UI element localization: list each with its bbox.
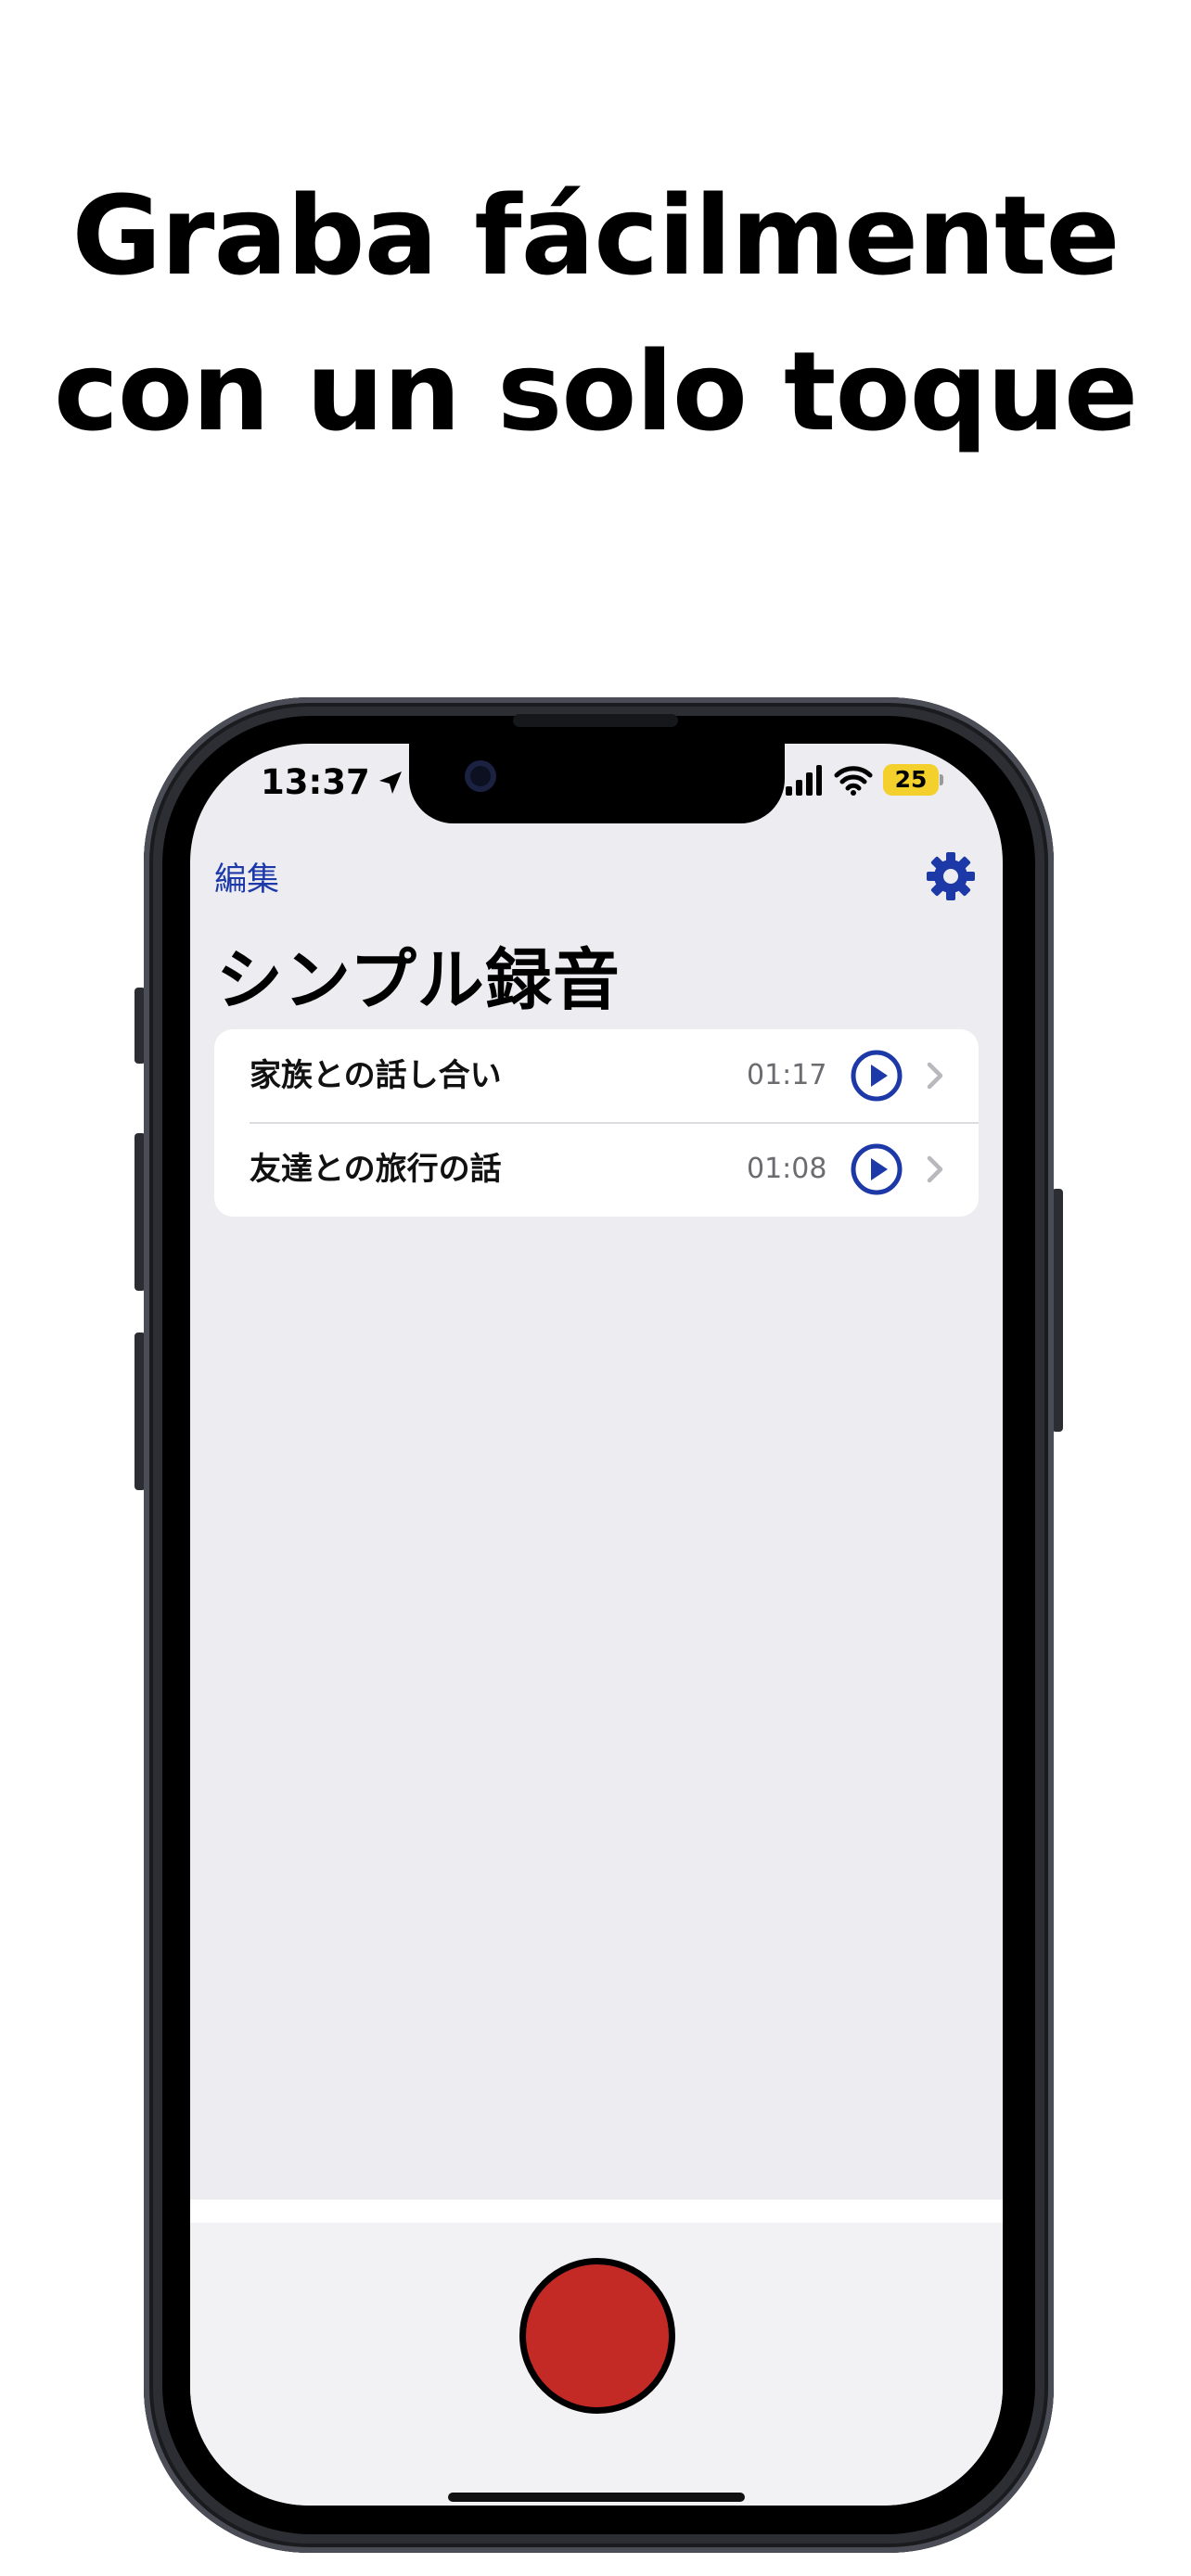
app-store-screenshot: Graba fácilmente con un solo toque 13:37 (0, 0, 1191, 2576)
toolbar-separator (190, 2200, 1003, 2224)
status-time-text: 13:37 (261, 762, 370, 802)
record-button[interactable] (519, 2258, 675, 2414)
play-icon[interactable] (851, 1143, 903, 1195)
chevron-right-icon (927, 1062, 943, 1090)
battery-indicator: 25 (883, 764, 939, 796)
status-bar-time: 13:37 (261, 755, 405, 810)
recording-row[interactable]: 友達との旅行の話 01:08 (214, 1123, 979, 1216)
chevron-right-icon (927, 1155, 943, 1183)
headline: Graba fácilmente con un solo toque (0, 158, 1191, 469)
wifi-icon (834, 766, 873, 796)
battery-tip (940, 774, 943, 785)
battery-level: 25 (894, 766, 928, 793)
recording-title: 友達との旅行の話 (250, 1151, 502, 1188)
recording-row[interactable]: 家族との話し合い 01:17 (214, 1029, 979, 1124)
recording-list: 家族との話し合い 01:17 友達との旅行の話 01:08 (214, 1029, 979, 1217)
front-camera (465, 760, 496, 792)
play-icon[interactable] (851, 1050, 903, 1102)
signal-icon (786, 765, 822, 796)
phone-speaker (513, 714, 678, 727)
page-title: シンプル録音 (216, 941, 621, 1019)
gear-icon[interactable] (925, 850, 977, 902)
recording-duration: 01:17 (747, 1059, 827, 1091)
recording-title: 家族との話し合い (250, 1057, 502, 1094)
edit-button[interactable]: 編集 (214, 853, 279, 900)
phone-screen: 13:37 25 編集 シンプル録音 家族との話し合い 01:17 友達との旅行… (190, 744, 1003, 2506)
location-arrow-icon (378, 772, 402, 794)
home-indicator (448, 2493, 745, 2502)
recording-duration: 01:08 (747, 1153, 827, 1185)
notch (409, 744, 785, 823)
headline-line-2: con un solo toque (53, 327, 1138, 455)
headline-line-1: Graba fácilmente (71, 172, 1120, 300)
